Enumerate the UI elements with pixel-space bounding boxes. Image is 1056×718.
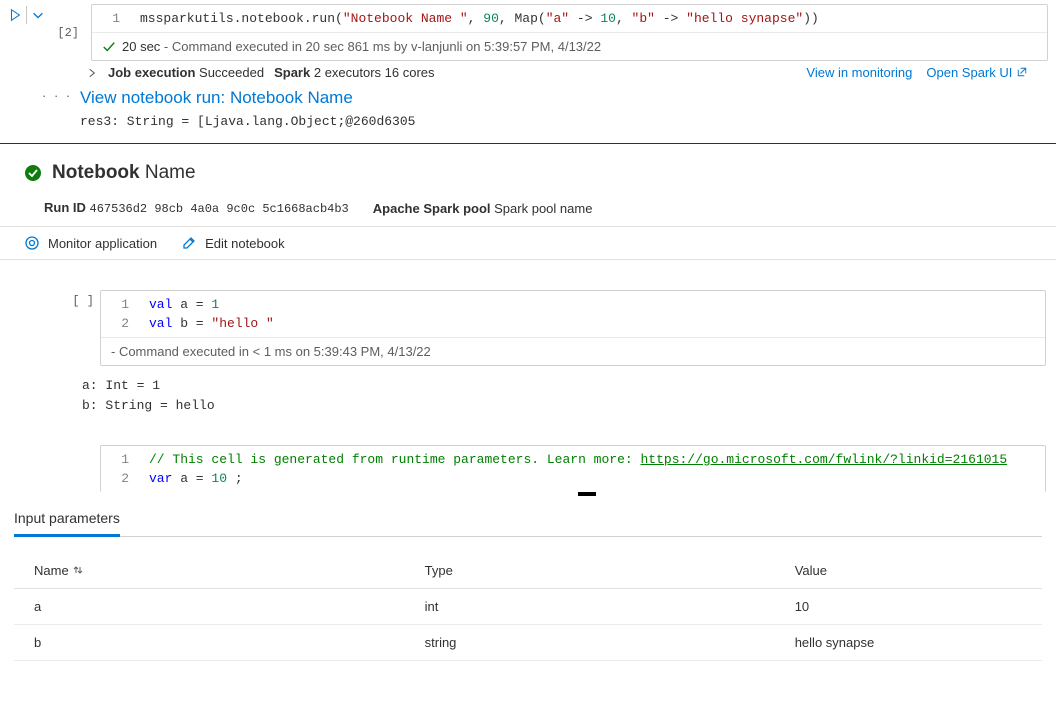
code-content: var a = 10 ; [149, 471, 243, 486]
separator [26, 6, 27, 24]
chevron-down-icon[interactable] [31, 8, 45, 22]
sort-icon [72, 564, 84, 576]
code-content: val a = 1 [149, 297, 219, 312]
run-id: Run ID 467536d2 98cb 4a0a 9c0c 5c1668acb… [44, 200, 349, 216]
edit-notebook-button[interactable]: Edit notebook [181, 235, 285, 251]
open-spark-ui-link[interactable]: Open Spark UI [926, 65, 1028, 80]
monitor-application-button[interactable]: Monitor application [24, 235, 157, 251]
parameters-table: Name Type Value aint10 bstringhello syna… [14, 553, 1042, 661]
cell-index: [2] [51, 26, 79, 40]
tab-input-parameters[interactable]: Input parameters [14, 510, 120, 537]
spark-pool: Apache Spark pool Spark pool name [373, 201, 593, 216]
line-number: 1 [102, 11, 120, 26]
cell-status: - Command executed in < 1 ms on 5:39:43 … [101, 337, 1045, 365]
run-icon[interactable] [8, 8, 22, 22]
resizer-handle[interactable] [578, 492, 596, 496]
divider [0, 143, 1056, 144]
external-link-icon [1016, 66, 1028, 78]
monitor-icon [24, 235, 40, 251]
table-row: bstringhello synapse [14, 625, 1042, 661]
view-in-monitoring-link[interactable]: View in monitoring [806, 65, 912, 80]
more-icon[interactable]: · · · [0, 84, 78, 103]
view-notebook-run-link[interactable]: View notebook run: Notebook Name [80, 88, 353, 107]
result-output: res3: String = [Ljava.lang.Object;@260d6… [80, 108, 1056, 129]
cell-index: [ ] [70, 290, 94, 308]
code-cell[interactable]: 1 mssparkutils.notebook.run("Notebook Na… [91, 4, 1048, 61]
code-content: val b = "hello " [149, 316, 274, 331]
check-icon [102, 40, 116, 54]
cell-status: 20 sec - Command executed in 20 sec 861 … [92, 32, 1047, 60]
learn-more-link[interactable]: https://go.microsoft.com/fwlink/?linkid=… [640, 452, 1007, 467]
code-content: // This cell is generated from runtime p… [149, 452, 1007, 467]
notebook-title: Notebook Name [52, 162, 196, 184]
code-content: mssparkutils.notebook.run("Notebook Name… [140, 11, 819, 26]
col-value[interactable]: Value [775, 553, 1042, 589]
success-badge-icon [24, 164, 42, 182]
chevron-right-icon [86, 67, 98, 79]
table-row: aint10 [14, 589, 1042, 625]
job-execution-summary[interactable]: Job execution Succeeded Spark 2 executor… [86, 65, 435, 80]
col-type[interactable]: Type [405, 553, 775, 589]
edit-icon [181, 235, 197, 251]
cell-output: a: Int = 1 b: String = hello [0, 366, 1056, 415]
col-name[interactable]: Name [14, 553, 405, 589]
